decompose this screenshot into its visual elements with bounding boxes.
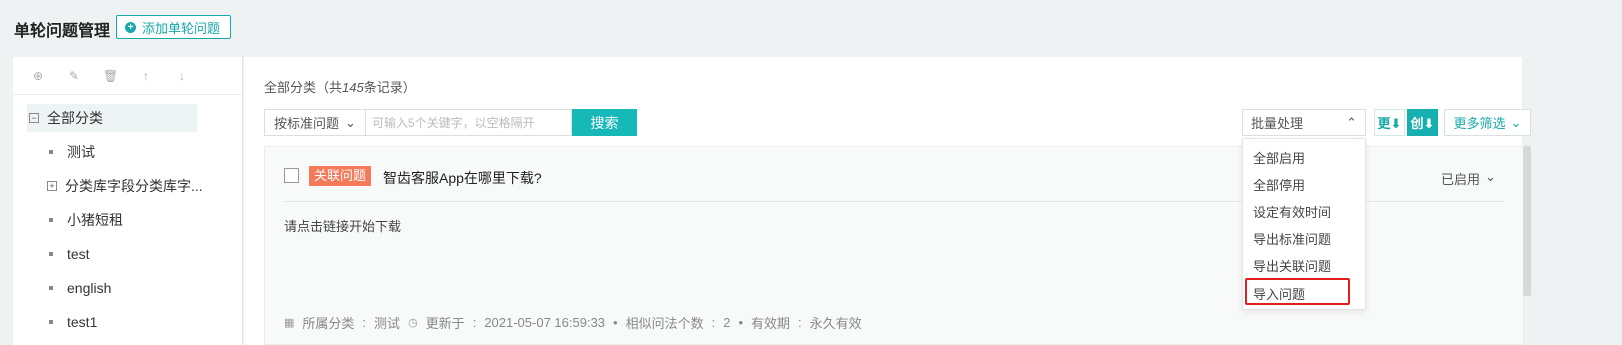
bullet-icon [49,150,53,154]
move-down-icon[interactable]: ↓ [175,69,189,83]
sort-by-create-button[interactable]: 创⬇ [1407,109,1438,136]
clock-icon: ◷ [408,317,418,329]
highlight-box [1245,278,1350,305]
menu-item-set-valid-time[interactable]: 设定有效时间 [1253,202,1331,221]
status-label: 已启用 [1441,172,1481,187]
tree-item-all[interactable]: − 全部分类 [27,104,197,132]
batch-process-select[interactable]: 批量处理 ⌃ [1242,109,1366,136]
category-icon: ▦ [284,317,295,329]
more-filter-label: 更多筛选 [1453,116,1506,131]
expand-icon[interactable]: + [47,181,57,191]
tree-item-label: 测试 [67,144,95,160]
meta-category-value: 测试 [374,316,401,331]
batch-process-label: 批量处理 [1251,116,1304,131]
delete-icon[interactable]: 🗑 [103,69,118,83]
category-sidebar: ⊕ ✎ 🗑 ↑ ↓ − 全部分类 测试 + 分类库字段分类库字... 小猪短租 … [13,57,243,345]
search-type-label: 按标准问题 [274,116,340,131]
menu-item-export-related[interactable]: 导出关联问题 [1253,256,1331,275]
question-type-tag: 关联问题 [309,166,372,186]
meta-similar-value: 2 [723,315,731,330]
answer-text: 请点击链接开始下载 [284,219,402,234]
tree-item[interactable]: + 分类库字段分类库字... [47,172,203,200]
chevron-up-icon: ⌃ [1346,114,1357,130]
meta-updated-value: 2021-05-07 16:59:33 [484,315,606,330]
record-count: 全部分类（共145条记录） [264,77,416,96]
search-bar: 按标准问题 ⌄ 搜索 [264,109,637,136]
move-up-icon[interactable]: ↑ [139,69,153,83]
search-input[interactable] [366,109,572,136]
more-filter-button[interactable]: 更多筛选 ⌄ [1444,109,1531,136]
question-meta: ▦ 所属分类 : 测试 ◷ 更新于 : 2021-05-07 16:59:33 … [284,315,862,331]
record-count-number: 145 [342,80,364,95]
meta-validity-label: 有效期 [751,316,791,331]
search-type-select[interactable]: 按标准问题 ⌄ [264,109,366,136]
page-title: 单轮问题管理 [14,23,111,40]
menu-item-disable-all[interactable]: 全部停用 [1253,175,1305,194]
add-question-label: 添加单轮问题 [142,20,221,36]
search-button[interactable]: 搜索 [572,109,637,136]
bullet-icon [49,252,53,256]
edit-icon[interactable]: ✎ [67,69,81,83]
page-header: 单轮问题管理 + 添加单轮问题 [0,0,1622,56]
tree-item-label: test [67,246,90,262]
meta-updated-label: 更新于 [425,316,465,331]
tree-item-label: 全部分类 [47,110,103,126]
bullet-icon [49,286,53,290]
tree-item-label: english [67,280,112,296]
meta-validity-value: 永久有效 [809,316,862,331]
meta-category-label: 所属分类 [302,316,355,331]
chevron-down-icon: ⌄ [1485,169,1496,184]
tree-item-label: 分类库字段分类库字... [65,178,203,194]
add-icon[interactable]: ⊕ [31,69,45,83]
tree-item[interactable]: 测试 [49,138,95,166]
tree-item[interactable]: english [49,274,111,302]
add-question-button[interactable]: + 添加单轮问题 [116,15,232,39]
question-text[interactable]: 智齿客服App在哪里下载? [383,168,542,188]
bullet-icon [49,320,53,324]
record-count-prefix: 全部分类（共 [264,80,343,95]
sidebar-toolbar: ⊕ ✎ 🗑 ↑ ↓ [13,57,242,95]
status-select[interactable]: 已启用 ⌄ [1441,169,1496,188]
record-count-suffix: 条记录） [363,80,416,95]
tree-item-label: test1 [67,314,98,330]
tree-item-label: 小猪短租 [67,212,123,228]
chevron-down-icon: ⌄ [345,114,356,130]
menu-item-export-standard[interactable]: 导出标准问题 [1253,229,1331,248]
tree-item[interactable]: 小猪短租 [49,206,123,234]
chevron-down-icon: ⌄ [1510,114,1522,130]
sort-by-update-button[interactable]: 更⬇ [1374,109,1405,136]
plus-circle-icon: + [125,21,136,33]
tree-item[interactable]: test [49,240,90,268]
tree-item[interactable]: test1 [49,308,97,336]
menu-item-enable-all[interactable]: 全部启用 [1253,148,1305,167]
meta-similar-label: 相似问法个数 [625,316,704,331]
bullet-icon [49,218,53,222]
collapse-icon[interactable]: − [29,113,39,123]
scrollbar[interactable] [1523,146,1531,296]
select-checkbox[interactable] [284,168,299,183]
